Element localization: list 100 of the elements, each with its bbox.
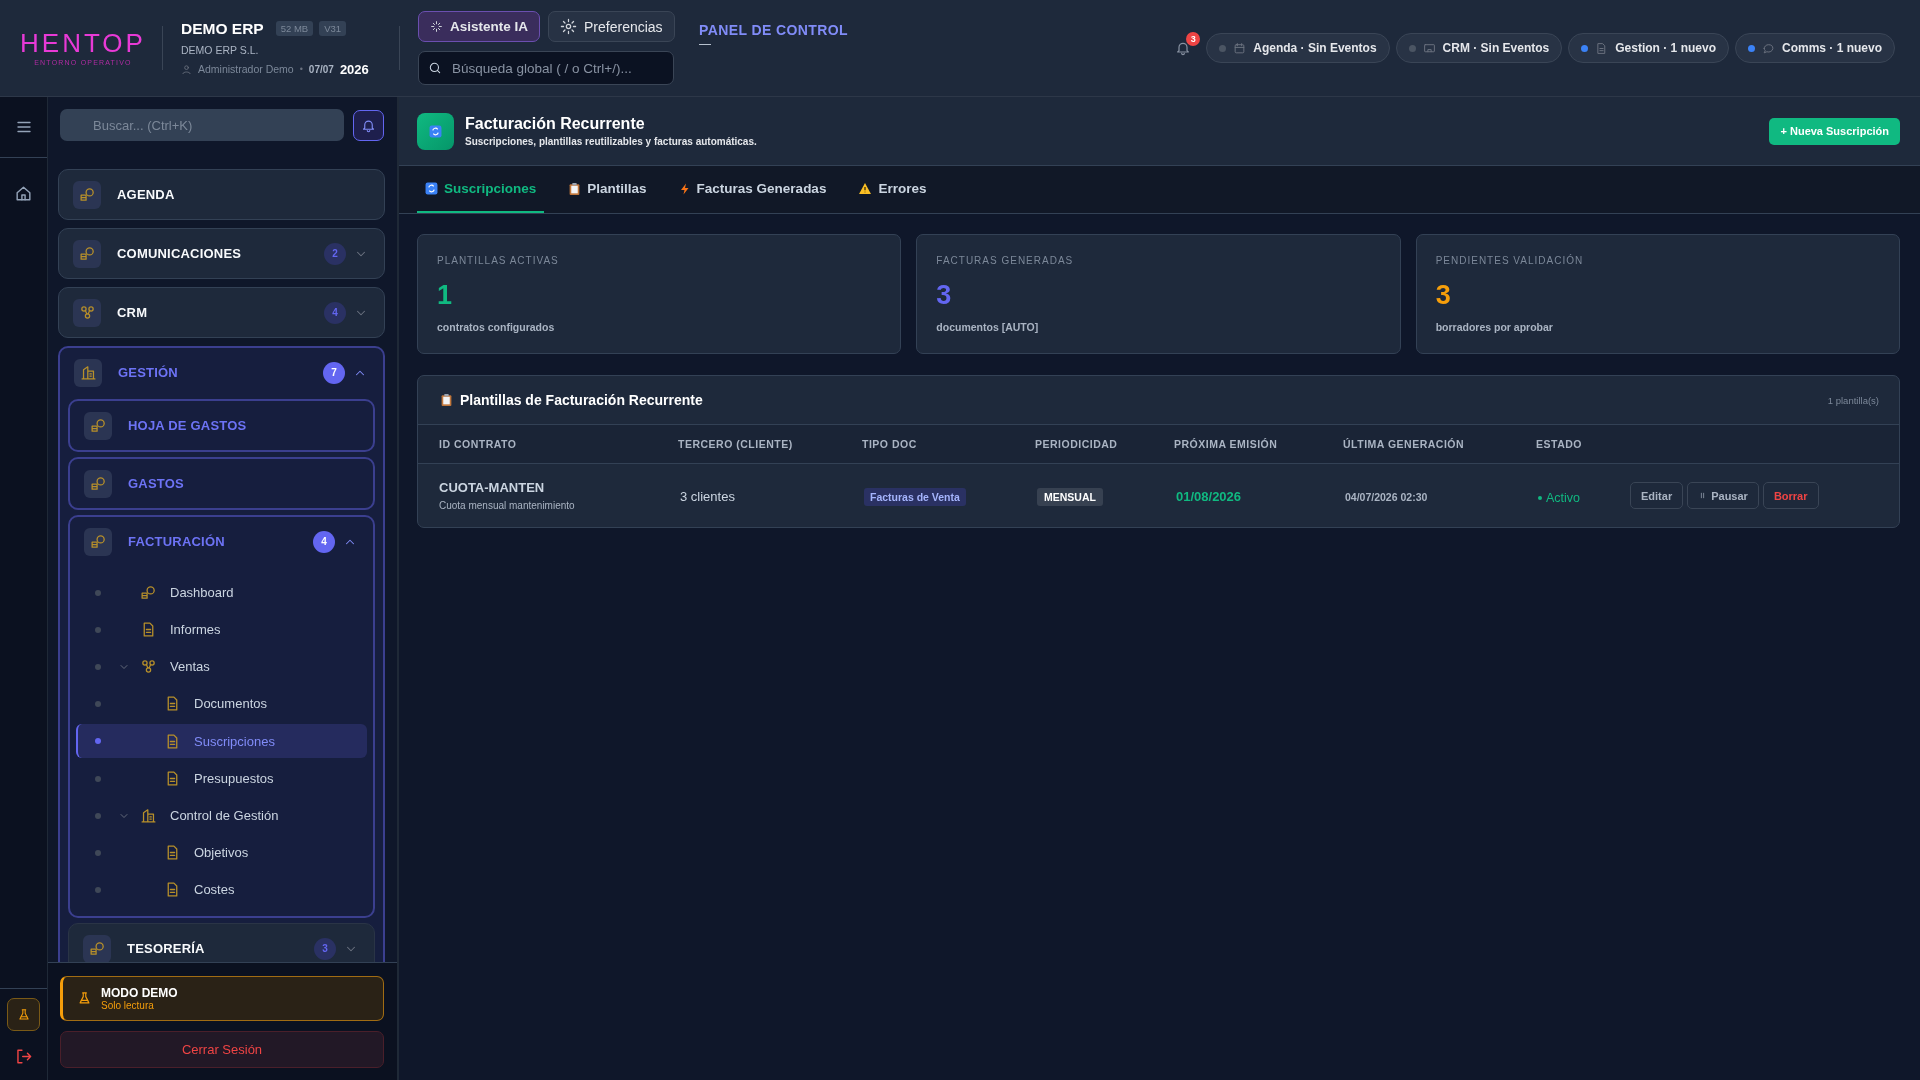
column-header[interactable]: TERCERO (CLIENTE) <box>678 438 862 450</box>
bell-icon <box>361 117 376 133</box>
demo-mode-button[interactable] <box>7 998 40 1031</box>
count-badge: 2 <box>324 242 346 265</box>
tree-item[interactable]: Objetivos <box>76 834 367 871</box>
nav-item[interactable]: TESORERÍA 3 <box>69 924 374 962</box>
header-button[interactable]: Asistente IA <box>418 11 541 42</box>
status-text: Activo <box>1538 491 1581 505</box>
page-title: Facturación Recurrente <box>465 115 646 133</box>
coins-icon <box>88 940 106 957</box>
tree-item[interactable]: Suscripciones <box>76 724 367 758</box>
doc-type-tag: Facturas de Venta <box>864 487 966 506</box>
status-pill[interactable]: Comms · 1 nuevo <box>1734 33 1895 63</box>
logout-button[interactable]: Cerrar Sesión <box>60 1031 384 1068</box>
tab[interactable]: Plantillas <box>560 166 655 213</box>
warning-icon <box>858 182 873 195</box>
tab[interactable]: Suscripciones <box>417 166 545 213</box>
clipboard-icon <box>568 181 582 196</box>
coins-icon <box>89 533 107 550</box>
date-text: 07/07 <box>308 63 334 75</box>
home-icon <box>14 184 33 203</box>
stat-label: FACTURAS GENERADAS <box>936 255 1075 266</box>
header-button[interactable]: Preferencias <box>548 11 675 42</box>
refresh-icon <box>425 182 438 195</box>
tree-item[interactable]: Ventas <box>76 648 367 685</box>
logo: HENTOP <box>20 30 146 56</box>
nav-item[interactable]: FACTURACIÓN 4 <box>70 517 373 566</box>
nav-item[interactable]: COMUNICACIONES 2 <box>59 229 384 278</box>
periodicity-tag: MENSUAL <box>1037 487 1103 506</box>
stat-note: documentos [AUTO] <box>936 321 1040 333</box>
settings-icon <box>560 18 578 35</box>
table-cell: 04/07/2026 02:30 <box>1345 490 1428 503</box>
coins-icon <box>78 186 96 203</box>
demo-mode-subtitle: Solo lectura <box>101 1000 155 1011</box>
stat-value: 1 <box>437 282 454 309</box>
delete-button[interactable]: Borrar <box>1762 482 1819 509</box>
sidebar-search-field[interactable]: Buscar... (Ctrl+K) <box>60 109 344 141</box>
panel-title: PANEL DE CONTROL <box>699 22 848 38</box>
company-legal-name: DEMO ERP S.L. <box>181 43 260 56</box>
stat-note: borradores por aprobar <box>1435 321 1554 333</box>
notification-button[interactable] <box>1175 40 1192 56</box>
info-badge: V31 <box>319 21 347 36</box>
column-header[interactable]: ESTADO <box>1536 438 1630 450</box>
contract-id: CUOTA-MANTEN <box>439 480 546 495</box>
tree-item[interactable]: Costes <box>76 871 367 908</box>
edit-button[interactable]: Editar <box>1630 482 1684 509</box>
tab[interactable]: Errores <box>850 166 935 213</box>
flask-icon <box>77 991 92 1006</box>
tree-item[interactable]: Control de Gestión <box>76 797 367 834</box>
coins-icon <box>89 417 107 434</box>
nav-item[interactable]: GASTOS <box>70 459 373 508</box>
count-badge: 4 <box>313 530 335 553</box>
nav-item[interactable]: HOJA DE GASTOS <box>70 401 373 450</box>
nav-item[interactable]: AGENDA <box>59 170 384 219</box>
screen-icon <box>1422 41 1436 55</box>
coins-icon <box>140 584 157 601</box>
building-icon <box>79 364 97 381</box>
column-header[interactable]: PRÓXIMA EMISIÓN <box>1174 438 1343 450</box>
column-header[interactable]: TIPO DOC <box>862 438 1035 450</box>
status-pill[interactable]: Gestion · 1 nuevo <box>1568 33 1729 63</box>
tree-item[interactable]: Dashboard <box>76 574 367 611</box>
calendar-icon <box>1233 41 1247 55</box>
stat-value: 3 <box>936 282 953 309</box>
network-icon <box>78 304 96 321</box>
nav-item[interactable]: CRM 4 <box>59 288 384 337</box>
status-pill[interactable]: CRM · Sin Eventos <box>1395 33 1563 63</box>
status-pill[interactable]: Agenda · Sin Eventos <box>1206 33 1390 63</box>
lightning-icon <box>678 181 691 196</box>
count-badge: 7 <box>323 361 345 384</box>
column-header[interactable]: PERIODICIDAD <box>1035 438 1174 450</box>
table-cell: 3 clientes <box>680 488 735 504</box>
tree-item[interactable]: Informes <box>76 611 367 648</box>
column-header[interactable]: ÚLTIMA GENERACIÓN <box>1343 438 1536 450</box>
panel-subtitle: — <box>699 38 712 50</box>
column-header[interactable]: ID CONTRATO <box>439 438 678 450</box>
tree-item[interactable]: Presupuestos <box>76 760 367 797</box>
separator-dot: • <box>299 64 303 74</box>
coins-icon <box>78 245 96 262</box>
pause-button[interactable]: Pausar <box>1687 482 1759 509</box>
contract-description: Cuota mensual mantenimiento <box>439 500 576 511</box>
table-cell: 01/08/2026 <box>1176 488 1242 504</box>
building-icon <box>140 807 157 824</box>
home-button[interactable] <box>14 184 33 203</box>
search-field[interactable]: Búsqueda global ( / o Ctrl+/)... <box>418 51 674 85</box>
nav-item[interactable]: GESTIÓN 7 <box>60 348 383 397</box>
refresh-icon <box>429 124 442 138</box>
logout-icon <box>14 1047 33 1066</box>
table-count: 1 plantilla(s) <box>1827 394 1879 406</box>
notification-count: 3 <box>1186 32 1201 46</box>
sparkle-icon <box>430 20 443 33</box>
tree-item[interactable]: Documentos <box>76 685 367 722</box>
info-badge: 52 MB <box>275 21 314 36</box>
alert-button[interactable] <box>353 109 384 141</box>
stat-label: PLANTILLAS ACTIVAS <box>437 255 560 266</box>
tab[interactable]: Facturas Generadas <box>670 166 835 213</box>
table-title: Plantillas de Facturación Recurrente <box>460 392 703 408</box>
stat-value: 3 <box>1435 282 1452 309</box>
page-subtitle: Suscripciones, plantillas reutilizables y facturas automáticas. <box>465 136 758 147</box>
bell-icon <box>1175 40 1192 56</box>
logout-button[interactable] <box>14 1047 33 1066</box>
